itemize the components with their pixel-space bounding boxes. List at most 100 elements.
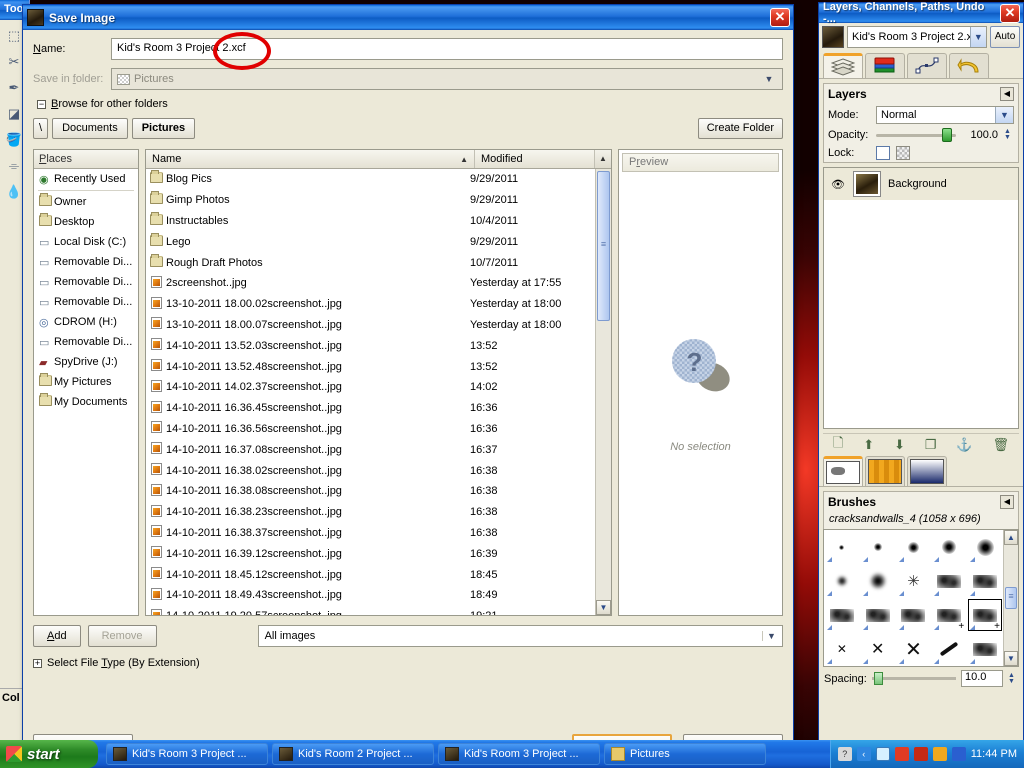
- brush-scrollbar[interactable]: ▲ ▼: [1003, 530, 1018, 666]
- column-header-name[interactable]: Name ▲: [146, 150, 475, 168]
- brush-cell[interactable]: [860, 564, 896, 598]
- expand-icon[interactable]: +: [33, 658, 42, 668]
- brush-cell[interactable]: ✕: [896, 632, 932, 666]
- brush-cell[interactable]: ✕: [824, 632, 860, 666]
- file-list-pane[interactable]: Name ▲ Modified ▲ Blog Pics 9/29/2011 Gimp…: [145, 149, 612, 616]
- path-breadcrumb[interactable]: \ Documents Pictures Create Folder: [33, 118, 783, 139]
- table-row[interactable]: 14-10-2011 14.02.37screenshot..jpg 14:02: [146, 377, 595, 398]
- file-list-header[interactable]: Name ▲ Modified ▲: [146, 150, 611, 169]
- breadcrumb-documents[interactable]: Documents: [52, 118, 128, 139]
- scroll-up-icon[interactable]: ▲: [1004, 530, 1018, 545]
- brush-cell[interactable]: [967, 564, 1003, 598]
- close-icon[interactable]: ✕: [1000, 3, 1020, 23]
- anchor-layer-icon[interactable]: ⚓: [956, 437, 972, 453]
- opacity-slider[interactable]: [876, 128, 956, 142]
- image-selector-combo[interactable]: Kid's Room 3 Project 2.xcf-1 ▼: [847, 26, 987, 48]
- table-row[interactable]: 14-10-2011 18.45.12screenshot..jpg 18:45: [146, 564, 595, 585]
- brush-cell[interactable]: [931, 632, 967, 666]
- place-item[interactable]: ◉ Recently Used: [34, 169, 138, 189]
- table-row[interactable]: 14-10-2011 13.52.48screenshot..jpg 13:52: [146, 356, 595, 377]
- brush-grid[interactable]: ✳++✕✕✕ ▲ ▼: [823, 529, 1019, 667]
- place-item[interactable]: My Documents: [34, 392, 138, 412]
- places-list[interactable]: ◉ Recently Used Owner Desktop ▭ Local Disk (C…: [34, 169, 138, 615]
- brush-cell[interactable]: ✳: [896, 564, 932, 598]
- table-row[interactable]: 2screenshot..jpg Yesterday at 17:55: [146, 273, 595, 294]
- select-file-type-toggle[interactable]: + Select File Type (By Extension): [33, 657, 783, 669]
- taskbar[interactable]: start Kid's Room 3 Project ... Kid's Room…: [0, 740, 1024, 768]
- auto-follow-button[interactable]: Auto: [990, 26, 1020, 48]
- tab-paths[interactable]: [907, 53, 947, 78]
- chevron-down-icon[interactable]: ▼: [969, 27, 986, 47]
- table-row[interactable]: 14-10-2011 19.20.57screenshot..jpg19:21: [146, 606, 595, 615]
- brush-cell[interactable]: ✕: [860, 632, 896, 666]
- place-item[interactable]: Desktop: [34, 212, 138, 232]
- new-layer-icon[interactable]: 🗋: [833, 434, 843, 456]
- delete-layer-icon[interactable]: 🗑: [993, 437, 1010, 453]
- dialog-titlebar[interactable]: Save Image ✕: [23, 5, 793, 30]
- table-row[interactable]: Instructables 10/4/2011: [146, 211, 595, 232]
- place-item[interactable]: ▭ Local Disk (C:): [34, 232, 138, 252]
- brush-cell[interactable]: +: [967, 598, 1003, 632]
- chevron-left-icon[interactable]: ‹: [856, 747, 871, 761]
- save-image-dialog[interactable]: Save Image ✕ Name: Kid's Room 3 Project …: [22, 4, 794, 760]
- chevron-down-icon[interactable]: ▼: [761, 74, 777, 84]
- taskbar-task[interactable]: Pictures: [604, 743, 766, 765]
- layer-list[interactable]: 👁 Background: [823, 167, 1019, 429]
- brush-cell[interactable]: [824, 530, 860, 564]
- brush-cell[interactable]: [931, 564, 967, 598]
- scrollbar-thumb[interactable]: [1005, 587, 1017, 609]
- layers-channels-paths-undo-dock[interactable]: Layers, Channels, Paths, Undo -... ✕ Kid…: [818, 1, 1024, 742]
- tab-patterns[interactable]: [865, 456, 905, 486]
- breadcrumb-root[interactable]: \: [33, 118, 49, 139]
- brush-cells[interactable]: ✳ + + ✕ ✕ ✕: [824, 530, 1003, 666]
- place-item[interactable]: My Pictures: [34, 372, 138, 392]
- layer-row-background[interactable]: 👁 Background: [824, 168, 1018, 200]
- lock-alpha-icon[interactable]: [896, 146, 910, 160]
- chevron-down-icon[interactable]: ▼: [995, 107, 1013, 123]
- system-tray[interactable]: ? ‹ 11:44 PM: [829, 740, 1024, 768]
- tab-gradients[interactable]: [907, 456, 947, 486]
- table-row[interactable]: Rough Draft Photos 10/7/2011: [146, 252, 595, 273]
- brush-cell[interactable]: [860, 530, 896, 564]
- place-item[interactable]: ▭ Removable Di...: [34, 252, 138, 272]
- place-item[interactable]: ◎ CDROM (H:): [34, 312, 138, 332]
- tab-layers[interactable]: [823, 53, 863, 78]
- brush-cell[interactable]: +: [931, 598, 967, 632]
- opacity-value[interactable]: 100.0: [962, 129, 998, 141]
- shield-icon[interactable]: [913, 747, 928, 761]
- table-row[interactable]: 13-10-2011 18.00.07screenshot..jpg Yester…: [146, 315, 595, 336]
- dock-tab-strip[interactable]: [819, 51, 1023, 79]
- breadcrumb-pictures[interactable]: Pictures: [131, 118, 196, 139]
- table-row[interactable]: 14-10-2011 13.52.03screenshot..jpg 13:52: [146, 335, 595, 356]
- warning-icon[interactable]: [932, 747, 947, 761]
- table-row[interactable]: 14-10-2011 16.36.56screenshot..jpg 16:36: [146, 419, 595, 440]
- brush-cell[interactable]: [967, 632, 1003, 666]
- tab-channels[interactable]: [865, 53, 905, 78]
- table-row[interactable]: 14-10-2011 16.38.37screenshot..jpg 16:38: [146, 523, 595, 544]
- place-item[interactable]: ▭ Removable Di...: [34, 272, 138, 292]
- brush-cell[interactable]: [967, 530, 1003, 564]
- filename-input[interactable]: Kid's Room 3 Project 2.xcf: [111, 38, 783, 60]
- place-item[interactable]: Owner: [34, 192, 138, 212]
- panel-menu-icon[interactable]: ◀: [1000, 87, 1014, 101]
- tab-brushes[interactable]: [823, 456, 863, 486]
- taskbar-task-list[interactable]: Kid's Room 3 Project ... Kid's Room 2 Pro…: [106, 743, 766, 765]
- file-list-scrollbar[interactable]: ▼: [595, 169, 611, 615]
- brush-cell[interactable]: [824, 598, 860, 632]
- table-row[interactable]: 13-10-2011 18.00.02screenshot..jpg Yester…: [146, 294, 595, 315]
- spacing-spinner[interactable]: ▲ ▼: [1008, 672, 1018, 685]
- raise-layer-icon[interactable]: ⬆: [863, 437, 874, 453]
- antivirus-icon[interactable]: [894, 747, 909, 761]
- scroll-down-icon[interactable]: ▼: [1004, 651, 1018, 666]
- table-row[interactable]: 14-10-2011 16.39.12screenshot..jpg 16:39: [146, 543, 595, 564]
- start-button[interactable]: start: [0, 740, 98, 768]
- opacity-spinner[interactable]: ▲ ▼: [1004, 128, 1014, 141]
- lock-pixels-checkbox[interactable]: [876, 146, 890, 160]
- place-item[interactable]: ▭ Removable Di...: [34, 292, 138, 312]
- file-filter-combo[interactable]: All images ▼: [257, 625, 783, 647]
- place-item[interactable]: ▭ Removable Di...: [34, 332, 138, 352]
- table-row[interactable]: 14-10-2011 16.38.08screenshot..jpg 16:38: [146, 481, 595, 502]
- layer-mode-combo[interactable]: Normal ▼: [876, 106, 1014, 124]
- places-pane[interactable]: Places ◉ Recently Used Owner Desktop ▭ Local …: [33, 149, 139, 616]
- scrollbar-track[interactable]: [1004, 545, 1018, 651]
